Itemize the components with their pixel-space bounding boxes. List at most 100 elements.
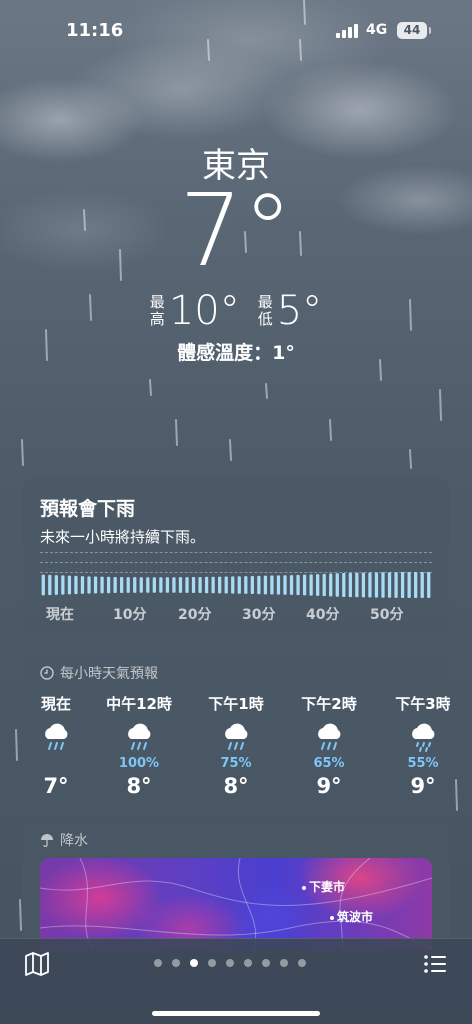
precip-bar <box>381 572 385 598</box>
precip-bar <box>198 576 202 594</box>
map-place-label: 下妻市 <box>302 878 345 895</box>
precipitation-map-card[interactable]: 降水 下妻市 筑波市 <box>22 820 450 950</box>
precip-bar <box>355 572 359 598</box>
axis-label: 10分 <box>113 607 147 623</box>
page-dot[interactable] <box>190 959 198 967</box>
precip-bar <box>218 576 222 594</box>
axis-label: 40分 <box>306 607 340 623</box>
precip-bar <box>302 574 307 596</box>
time-axis: 現在 10分 20分 30分 40分 50分 <box>40 604 432 624</box>
page-dot[interactable] <box>244 959 252 967</box>
list-button[interactable] <box>422 951 448 977</box>
axis-label: 30分 <box>242 607 276 623</box>
precip-bar <box>211 576 215 594</box>
precipitation-map[interactable]: 下妻市 筑波市 <box>40 858 432 950</box>
rain-icon <box>191 720 281 756</box>
feels-like: 體感溫度：1° <box>177 342 295 364</box>
precip-bar <box>165 577 170 593</box>
map-button[interactable] <box>24 951 50 977</box>
hour-item: 下午2時 65% 9° <box>284 693 374 798</box>
precip-bar <box>361 572 366 598</box>
precip-bar <box>100 576 104 594</box>
precip-bar <box>276 575 281 595</box>
page-indicator[interactable] <box>154 959 306 967</box>
axis-label: 現在 <box>46 607 74 623</box>
hourly-forecast-card[interactable]: 每小時天氣預報 現在 7° 中午12時 100% 8° 下午1時 75% 8° … <box>22 653 450 808</box>
precip-bar <box>54 575 58 595</box>
precip-bar <box>178 577 183 593</box>
precip-bar <box>48 574 52 596</box>
rain-icon <box>94 720 184 756</box>
precip-map-header: 降水 <box>40 830 88 850</box>
precip-bar <box>231 576 235 594</box>
precip-bar <box>113 576 117 594</box>
hourly-scroller[interactable]: 現在 7° 中午12時 100% 8° 下午1時 75% 8° 下午2時 65%… <box>22 693 450 803</box>
precip-bar <box>74 575 78 595</box>
high-low: 最 高 10° 最 低 5° <box>0 288 472 334</box>
precip-bar <box>159 577 163 593</box>
page-dot[interactable] <box>262 959 270 967</box>
axis-label: 20分 <box>178 607 212 623</box>
rain-icon <box>284 720 374 756</box>
hour-item: 現在 7° <box>22 693 101 798</box>
precip-bar <box>387 572 392 598</box>
signal-icon <box>336 24 358 38</box>
precip-bar <box>204 576 209 594</box>
bottom-toolbar <box>0 938 472 1024</box>
precip-bar <box>146 577 150 593</box>
gridline <box>40 562 432 563</box>
precip-bar <box>191 576 196 594</box>
precip-bar <box>329 573 333 597</box>
current-temperature: 7° <box>179 172 293 289</box>
page-dot[interactable] <box>226 959 234 967</box>
rain-icon <box>22 720 101 756</box>
card-subtitle: 未來一小時將持續下雨。 <box>40 528 206 546</box>
gridline <box>40 552 432 553</box>
map-roads <box>40 858 432 950</box>
map-place-label: 筑波市 <box>330 908 373 925</box>
precip-bar <box>400 572 405 598</box>
low-temperature: 5° <box>276 288 323 334</box>
page-dot[interactable] <box>172 959 180 967</box>
precip-bar <box>126 577 130 593</box>
clock-icon <box>40 666 54 680</box>
page-dot[interactable] <box>154 959 162 967</box>
page-dot[interactable] <box>208 959 216 967</box>
hour-item: 下午1時 75% 8° <box>191 693 281 798</box>
list-icon <box>424 955 446 973</box>
hourly-header: 每小時天氣預報 <box>40 663 158 683</box>
precip-bar <box>374 572 379 598</box>
precip-bar <box>93 576 98 594</box>
precip-intensity-chart <box>41 572 431 598</box>
hour-item: 中午12時 100% 8° <box>94 693 184 798</box>
precip-bar <box>67 575 72 595</box>
precip-bar <box>41 574 45 596</box>
precip-bar <box>139 577 143 593</box>
page-dot[interactable] <box>298 959 306 967</box>
precip-bar <box>224 576 228 594</box>
precip-bar <box>414 572 418 598</box>
high-temperature: 10° <box>168 288 240 334</box>
drizzle-icon <box>378 720 450 756</box>
card-title: 預報會下雨 <box>40 498 136 520</box>
precip-bar <box>427 572 431 598</box>
precip-bar <box>296 574 300 596</box>
precip-bar <box>407 572 411 598</box>
precip-bar <box>335 573 339 597</box>
precip-bar <box>257 575 261 595</box>
network-type: 4G <box>366 22 388 38</box>
precip-bar <box>80 576 85 594</box>
low-group: 最 低 5° <box>258 288 322 334</box>
page-dot[interactable] <box>280 959 288 967</box>
precip-bar <box>152 577 156 593</box>
precip-bar <box>244 576 248 594</box>
precip-bar <box>322 573 326 597</box>
home-indicator <box>152 1011 320 1016</box>
status-time: 11:16 <box>66 20 124 41</box>
status-bar: 11:16 4G 44 <box>0 0 472 64</box>
precip-bar <box>309 574 313 596</box>
precipitation-forecast-card[interactable]: 預報會下雨 未來一小時將持續下雨。 現在 10分 20分 30分 40分 50分 <box>22 476 450 638</box>
precip-bar <box>420 572 424 598</box>
precip-bar <box>394 572 398 598</box>
precip-bar <box>368 572 372 598</box>
